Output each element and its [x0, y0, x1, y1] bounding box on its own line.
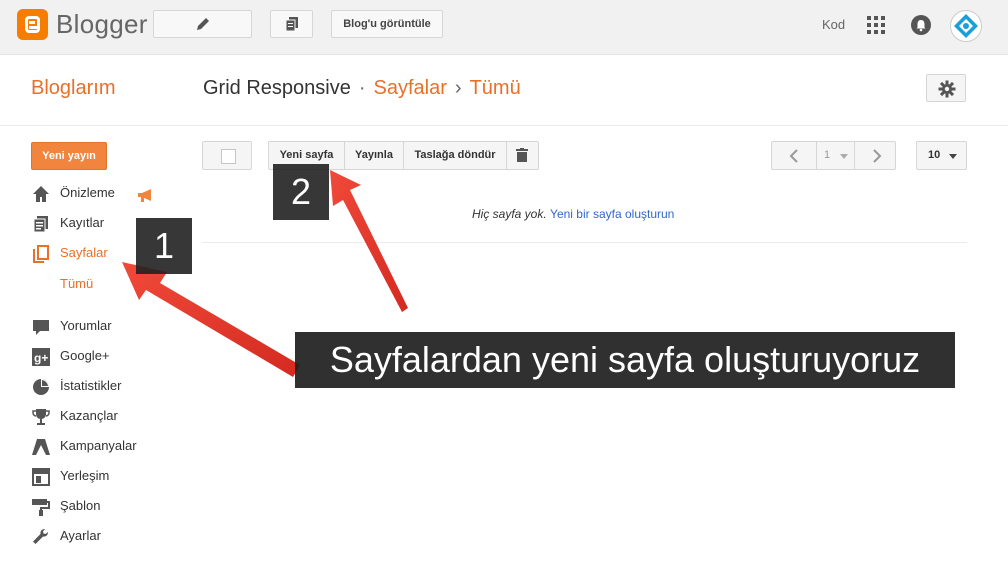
gear-icon — [938, 80, 956, 98]
sidebar-item-label: Kayıtlar — [60, 215, 105, 230]
sidebar-item-stats[interactable]: İstatistikler — [31, 375, 201, 399]
delete-button[interactable] — [507, 142, 538, 169]
google-plus-icon: g+ — [32, 348, 50, 366]
template-icon — [32, 499, 50, 516]
view-blog-button[interactable]: Blog'u görüntüle — [331, 10, 443, 38]
new-post-button[interactable]: Yeni yayın — [31, 142, 107, 170]
chevron-left-icon — [789, 149, 798, 163]
sidebar-item-label: Yerleşim — [60, 468, 110, 483]
megaphone-icon[interactable] — [137, 189, 155, 203]
per-page-select[interactable]: 10 — [916, 141, 967, 170]
sidebar-item-label: İstatistikler — [60, 378, 122, 393]
blogger-logo-icon[interactable] — [17, 9, 48, 40]
sidebar-item-google-plus[interactable]: g+ Google+ — [31, 345, 201, 369]
avatar[interactable] — [950, 10, 982, 42]
sidebar-item-label: Yorumlar — [60, 318, 112, 333]
layout-icon — [32, 468, 50, 486]
my-blogs-link[interactable]: Bloglarım — [31, 77, 115, 100]
empty-text: Hiç sayfa yok. — [472, 207, 547, 221]
sidebar-subitem-all[interactable]: Tümü — [60, 276, 93, 291]
per-page-value: 10 — [928, 149, 941, 161]
step-badge-1: 1 — [136, 218, 192, 274]
sidebar-item-settings[interactable]: Ayarlar — [31, 525, 201, 549]
svg-text:g+: g+ — [34, 351, 48, 365]
breadcrumb-pages[interactable]: Sayfalar — [374, 77, 447, 99]
breadcrumb-separator: › — [454, 77, 462, 99]
logo-text[interactable]: Blogger — [56, 9, 148, 40]
revert-to-draft-button[interactable]: Taslağa döndür — [404, 142, 507, 169]
comments-icon — [33, 320, 49, 335]
prev-page-button[interactable] — [772, 142, 817, 169]
campaigns-icon — [32, 439, 50, 455]
new-post-pencil-button[interactable] — [153, 10, 252, 38]
arrow-to-new-page — [330, 170, 408, 312]
posts-icon — [285, 17, 298, 32]
sidebar-item-label: Şablon — [60, 498, 101, 513]
posts-list-button[interactable] — [270, 10, 313, 38]
trash-icon — [516, 148, 528, 162]
settings-button[interactable] — [926, 74, 966, 102]
sidebar-item-label: Sayfalar — [60, 245, 108, 260]
user-name[interactable]: Kod — [822, 17, 845, 32]
breadcrumb-blog-name[interactable]: Grid Responsive — [203, 77, 351, 99]
sidebar-item-campaigns[interactable]: Kampanyalar — [31, 435, 201, 459]
page-header: Bloglarım Grid Responsive · Sayfalar › Tümü — [0, 55, 1008, 126]
pagination: 1 — [771, 141, 896, 170]
create-page-link[interactable]: Yeni bir sayfa oluşturun — [550, 207, 674, 221]
pages-icon — [33, 245, 49, 263]
page-number[interactable]: 1 — [824, 142, 830, 169]
breadcrumb-all[interactable]: Tümü — [470, 77, 521, 99]
sidebar-item-label: Ayarlar — [60, 528, 101, 543]
chevron-right-icon — [873, 149, 882, 163]
publish-button[interactable]: Yayınla — [345, 142, 404, 169]
chevron-down-icon — [949, 154, 957, 159]
sidebar-item-label: Önizleme — [60, 185, 115, 200]
home-icon — [33, 186, 49, 202]
top-bar: Blogger Blog'u görüntüle Kod — [0, 0, 1008, 55]
breadcrumb-separator: · — [358, 77, 366, 99]
step-badge-2: 2 — [273, 164, 329, 220]
sidebar-item-overview[interactable]: Önizleme — [31, 182, 201, 206]
chevron-down-icon — [840, 154, 848, 159]
trophy-icon — [32, 409, 50, 425]
notifications-bell-icon[interactable] — [911, 15, 931, 35]
select-all-checkbox[interactable] — [202, 141, 252, 170]
breadcrumb: Grid Responsive · Sayfalar › Tümü — [203, 77, 521, 100]
divider — [202, 242, 967, 243]
sidebar-item-label: Kampanyalar — [60, 438, 137, 453]
sidebar-item-comments[interactable]: Yorumlar — [31, 315, 201, 339]
pencil-icon — [196, 18, 209, 30]
next-page-button[interactable] — [854, 142, 898, 169]
sidebar-item-layout[interactable]: Yerleşim — [31, 465, 201, 489]
wrench-icon — [33, 529, 48, 544]
sidebar-item-label: Google+ — [60, 348, 110, 363]
sidebar-item-template[interactable]: Şablon — [31, 495, 201, 519]
annotation-caption: Sayfalardan yeni sayfa oluşturuyoruz — [295, 332, 955, 388]
stats-icon — [33, 379, 49, 395]
posts-icon — [33, 216, 48, 233]
apps-grid-icon[interactable] — [867, 16, 885, 34]
sidebar-item-earnings[interactable]: Kazançlar — [31, 405, 201, 429]
sidebar-item-label: Kazançlar — [60, 408, 118, 423]
empty-state: Hiç sayfa yok. Yeni bir sayfa oluşturun — [472, 207, 674, 221]
